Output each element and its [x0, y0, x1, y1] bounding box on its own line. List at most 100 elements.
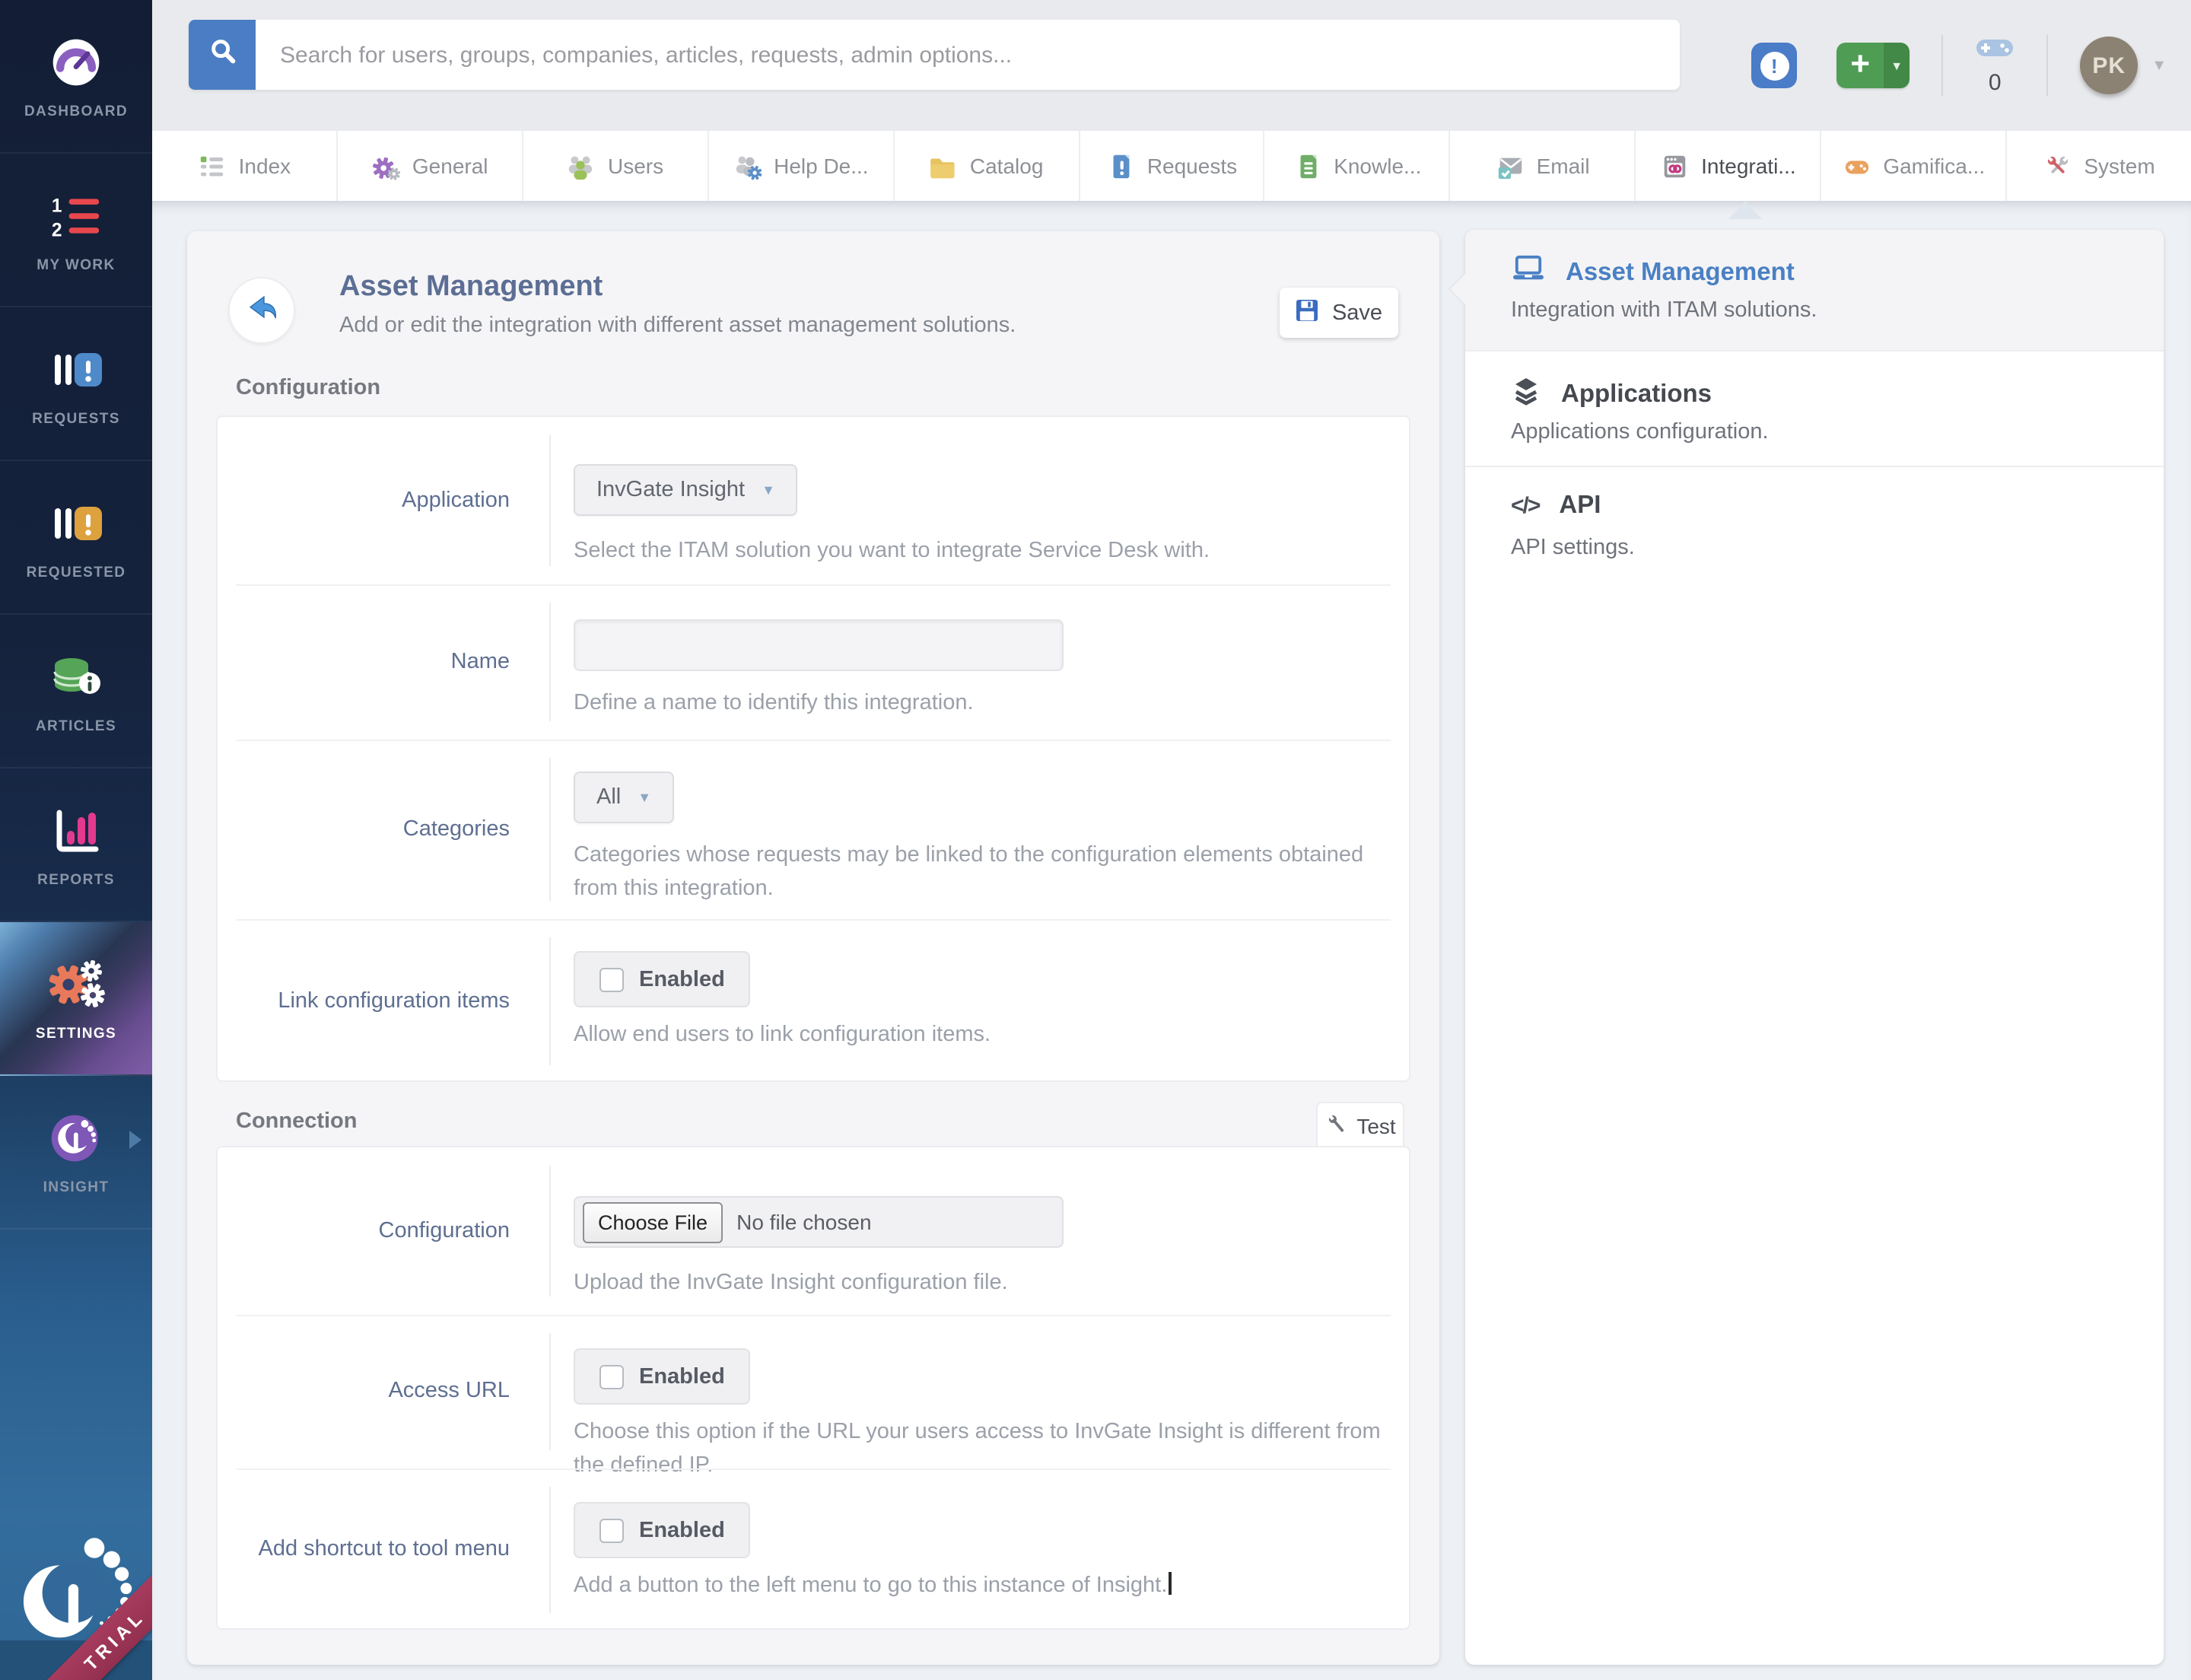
tab-gamification[interactable]: Gamifica... — [1821, 131, 2008, 201]
active-item-pointer-icon — [1448, 272, 1483, 307]
tab-index[interactable]: Index — [152, 131, 338, 201]
configuration-section-heading: Configuration — [236, 376, 381, 400]
dashboard-icon — [49, 33, 103, 91]
sidebar: DASHBOARD 12 MY WORK REQUESTS REQUESTED … — [0, 0, 152, 1680]
avatar[interactable]: PK — [2080, 37, 2139, 94]
form-row-shortcut: Add shortcut to tool menu Enabled Add a … — [218, 1468, 1409, 1631]
app-window: DASHBOARD 12 MY WORK REQUESTS REQUESTED … — [0, 0, 2191, 1680]
chevron-down-icon[interactable]: ▼ — [1884, 43, 1910, 88]
context-item-description: API settings. — [1511, 536, 1635, 560]
configuration-file-input[interactable]: Choose File No file chosen — [574, 1196, 1064, 1248]
test-label: Test — [1356, 1114, 1396, 1138]
tab-requests[interactable]: Requests — [1080, 131, 1265, 201]
shortcut-enabled-checkbox[interactable]: Enabled — [574, 1502, 751, 1558]
alert-button[interactable]: ! — [1751, 43, 1798, 88]
tab-users[interactable]: Users — [523, 131, 709, 201]
asset-management-form-card: Asset Management Add or edit the integra… — [187, 231, 1439, 1665]
context-item-title: Asset Management — [1566, 258, 1795, 285]
tab-integrations[interactable]: Integrati... — [1636, 131, 1822, 201]
tab-label: Users — [607, 154, 664, 178]
tab-system[interactable]: System — [2007, 131, 2191, 201]
field-label: Name — [218, 603, 551, 721]
file-status: No file chosen — [736, 1210, 872, 1234]
link-items-enabled-checkbox[interactable]: Enabled — [574, 951, 751, 1007]
form-row-configuration-file: Configuration Choose File No file chosen… — [218, 1147, 1409, 1315]
tab-catalog[interactable]: Catalog — [894, 131, 1080, 201]
name-input[interactable] — [574, 619, 1064, 671]
context-item-title: Applications — [1561, 380, 1712, 408]
active-tab-pointer-icon — [1728, 201, 1762, 219]
sidebar-item-settings[interactable]: SETTINGS — [0, 922, 152, 1076]
back-button[interactable] — [228, 277, 295, 344]
field-help: Allow end users to link configuration it… — [574, 1023, 991, 1047]
save-button[interactable]: Save — [1280, 288, 1398, 338]
user-menu[interactable]: PK ▼ — [2080, 37, 2167, 94]
insight-logo-icon — [47, 1109, 105, 1166]
checkbox-icon[interactable] — [599, 1518, 624, 1542]
sidebar-item-dashboard[interactable]: DASHBOARD — [0, 0, 152, 154]
tab-general[interactable]: General — [338, 131, 523, 201]
context-item-api[interactable]: </> API API settings. — [1465, 466, 2164, 580]
access-url-enabled-checkbox[interactable]: Enabled — [574, 1348, 751, 1405]
application-dropdown[interactable]: InvGate Insight ▼ — [574, 464, 798, 516]
connection-panel: Configuration Choose File No file chosen… — [216, 1146, 1410, 1630]
search-button[interactable] — [189, 20, 256, 90]
field-label: Link configuration items — [218, 937, 551, 1065]
save-floppy-icon — [1296, 298, 1320, 328]
reports-icon — [49, 801, 103, 859]
connection-section-heading: Connection — [236, 1109, 358, 1134]
sidebar-item-label: ARTICLES — [35, 718, 117, 734]
tab-knowledge[interactable]: Knowle... — [1265, 131, 1451, 201]
field-help: Upload the InvGate Insight configuration… — [574, 1271, 1008, 1295]
context-item-applications[interactable]: Applications Applications configuration. — [1465, 350, 2164, 466]
context-item-description: Applications configuration. — [1511, 420, 1769, 444]
divider — [2046, 35, 2049, 96]
help-text: Add a button to the left menu to go to t… — [574, 1573, 1168, 1598]
create-new-button[interactable]: + ▼ — [1836, 43, 1910, 88]
text-cursor — [1169, 1572, 1172, 1595]
chevron-right-icon[interactable] — [129, 1131, 142, 1149]
sidebar-item-requested[interactable]: REQUESTED — [0, 461, 152, 615]
checkbox-icon[interactable] — [599, 967, 624, 991]
form-row-name: Name Define a name to identify this inte… — [218, 584, 1409, 740]
sidebar-item-my-work[interactable]: 12 MY WORK — [0, 154, 152, 307]
context-item-title: API — [1559, 492, 1601, 519]
field-help: Select the ITAM solution you want to int… — [574, 539, 1210, 563]
tab-email[interactable]: Email — [1451, 131, 1636, 201]
sidebar-item-label: REPORTS — [37, 871, 115, 888]
choose-file-button[interactable]: Choose File — [583, 1201, 723, 1242]
form-row-access-url: Access URL Enabled Choose this option if… — [218, 1315, 1409, 1478]
gamification-score[interactable]: 0 — [1975, 35, 2015, 96]
context-item-asset-management[interactable]: Asset Management Integration with ITAM s… — [1448, 230, 2164, 350]
form-row-categories: Categories All ▼ Categories whose reques… — [218, 740, 1409, 919]
field-label: Add shortcut to tool menu — [218, 1487, 551, 1613]
plus-icon[interactable]: + — [1836, 43, 1884, 88]
topbar-actions: ! + ▼ 0 PK ▼ — [1751, 0, 2167, 131]
sidebar-item-reports[interactable]: REPORTS — [0, 768, 152, 922]
chevron-down-icon: ▼ — [638, 790, 652, 805]
sidebar-item-label: INSIGHT — [43, 1179, 110, 1195]
page-subtitle: Add or edit the integration with differe… — [339, 313, 1016, 338]
tab-label: Integrati... — [1701, 154, 1796, 178]
tab-label: Catalog — [969, 154, 1044, 178]
field-label: Application — [218, 435, 551, 566]
layers-icon — [1511, 376, 1541, 414]
sidebar-item-requests[interactable]: REQUESTS — [0, 307, 152, 461]
tab-label: Index — [238, 154, 291, 178]
test-connection-button[interactable]: Test — [1316, 1102, 1404, 1149]
tab-label: Email — [1536, 154, 1590, 178]
content-area: Asset Management Add or edit the integra… — [152, 201, 2191, 1680]
code-icon: </> — [1511, 493, 1541, 519]
checkbox-label: Enabled — [639, 967, 725, 991]
admin-nav-tabs: Index General Users Help De... Catalog R… — [152, 131, 2191, 201]
my-work-icon: 12 — [50, 186, 102, 244]
categories-dropdown[interactable]: All ▼ — [574, 772, 675, 823]
sidebar-item-articles[interactable]: ARTICLES — [0, 615, 152, 768]
search-input[interactable] — [256, 20, 1680, 90]
checkbox-icon[interactable] — [599, 1364, 624, 1389]
sidebar-item-label: MY WORK — [37, 256, 116, 273]
dropdown-value: All — [596, 785, 622, 810]
tab-help-desk[interactable]: Help De... — [708, 131, 895, 201]
tab-label: Knowle... — [1334, 154, 1422, 178]
sidebar-item-insight[interactable]: INSIGHT — [0, 1076, 152, 1230]
